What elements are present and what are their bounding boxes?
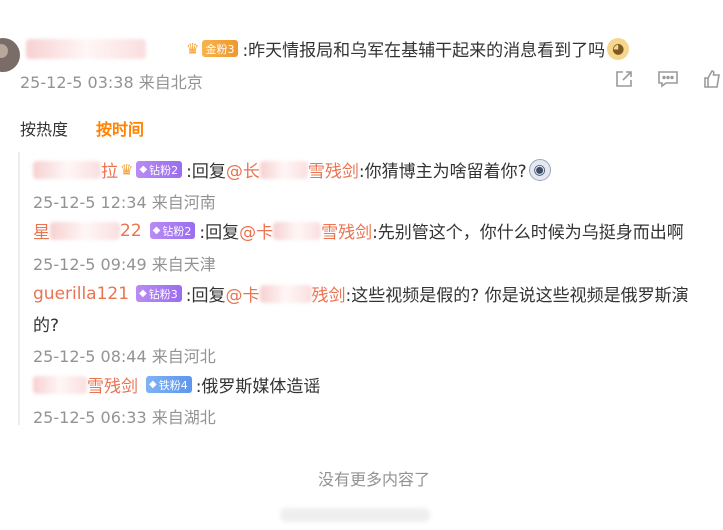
reply-prefix: :回复 bbox=[199, 223, 240, 243]
reply-time: 25-12-5 06:33 bbox=[33, 408, 147, 427]
fan-badge[interactable]: ◆ 钻粉2 bbox=[149, 222, 196, 239]
reply-time: 25-12-5 09:49 bbox=[33, 255, 147, 274]
fan-badge[interactable]: ◆ 钻粉2 bbox=[136, 161, 183, 178]
reply-text-continued-text: 的? bbox=[33, 316, 60, 336]
reply-text: :俄罗斯媒体造谣 bbox=[195, 377, 321, 397]
mention-link[interactable]: 雪残剑 bbox=[308, 157, 359, 182]
reply-item: guerilla121 ◆ 钻粉3 :回复 @卡 残剑 :这些视频是假的? 你是说… bbox=[33, 281, 689, 307]
reply-item: 星 22 ◆ 钻粉2 :回复 @卡 雪残剑 :先别管这个，你什么时候为乌挺身而出啊 bbox=[33, 218, 684, 244]
reply-username[interactable]: 雪残剑 bbox=[87, 372, 138, 397]
reply-meta: 25-12-5 12:34 来自河南 bbox=[33, 189, 216, 213]
reply-location: 来自湖北 bbox=[151, 408, 216, 427]
post-text: :昨天情报局和乌军在基辅干起来的消息看到了吗 bbox=[242, 41, 606, 61]
post-time: 25-12-5 03:38 bbox=[20, 73, 134, 92]
reply-username-blurred[interactable] bbox=[50, 221, 120, 240]
post-location: 来自北京 bbox=[138, 73, 203, 92]
reply-text-continued: 的? bbox=[33, 311, 59, 336]
reply-prefix: :回复 bbox=[185, 286, 226, 306]
husky-emoji-icon: ◉ bbox=[528, 158, 551, 181]
reply-username-blurred[interactable] bbox=[33, 160, 101, 179]
reply-text: :先别管这个，你什么时候为乌挺身而出啊 bbox=[372, 223, 684, 243]
reply-text: :这些视频是假的? 你是说这些视频是俄罗斯演 bbox=[345, 286, 689, 306]
sort-by-time-tab[interactable]: 按时间 bbox=[96, 116, 144, 140]
reply-username[interactable]: guerilla121 bbox=[33, 284, 129, 304]
post-meta: 25-12-5 03:38 来自北京 bbox=[20, 69, 203, 93]
bottom-blurred-bar bbox=[280, 508, 430, 522]
mention-link[interactable]: @卡 bbox=[239, 218, 273, 243]
fan-badge[interactable]: 金粉3 bbox=[202, 40, 239, 57]
no-more-content-note: 没有更多内容了 bbox=[317, 470, 430, 489]
crown-icon: ♛ bbox=[186, 39, 200, 58]
reply-item: 雪残剑 ◆ 铁粉4 :俄罗斯媒体造谣 bbox=[33, 372, 320, 397]
fan-badge[interactable]: ◆ 铁粉4 bbox=[146, 376, 192, 393]
reply-location: 来自河北 bbox=[151, 347, 216, 366]
reply-location: 来自天津 bbox=[151, 255, 216, 274]
reply-username[interactable]: 拉 bbox=[101, 157, 118, 182]
comment-icon[interactable] bbox=[657, 68, 679, 90]
post-content: ♛ 金粉3 :昨天情报局和乌军在基辅干起来的消息看到了吗 ◕ bbox=[26, 36, 630, 61]
mention-blurred bbox=[259, 160, 308, 179]
reply-meta: 25-12-5 06:33 来自湖北 bbox=[33, 404, 216, 428]
reply-username[interactable]: 星 bbox=[33, 218, 50, 243]
like-icon[interactable] bbox=[701, 68, 723, 90]
fan-badge[interactable]: ◆ 钻粉3 bbox=[136, 285, 182, 302]
reply-meta: 25-12-5 09:49 来自天津 bbox=[33, 251, 216, 275]
reply-time: 25-12-5 08:44 bbox=[33, 347, 147, 366]
reply-prefix: :回复 bbox=[186, 162, 226, 182]
reply-location: 来自河南 bbox=[151, 193, 216, 212]
sort-by-hot-tab[interactable]: 按热度 bbox=[20, 116, 68, 140]
avatar[interactable] bbox=[0, 38, 20, 72]
reply-item: 拉 ♛ ◆ 钻粉2 :回复 @长 雪残剑 :你猜博主为啥留着你? ◉ bbox=[33, 157, 551, 182]
mention-link[interactable]: @长 bbox=[226, 157, 260, 182]
reply-text: :你猜博主为啥留着你? bbox=[358, 162, 527, 182]
reply-time: 25-12-5 12:34 bbox=[33, 193, 147, 212]
reply-username[interactable]: 22 bbox=[120, 221, 142, 241]
reply-meta: 25-12-5 08:44 来自河北 bbox=[33, 343, 216, 367]
username-blurred[interactable] bbox=[26, 38, 146, 59]
mention-blurred bbox=[273, 221, 322, 240]
post-actions bbox=[613, 68, 723, 90]
mention-link[interactable]: @卡 bbox=[226, 281, 260, 306]
crown-icon: ♛ bbox=[120, 160, 134, 179]
mention-link[interactable]: 残剑 bbox=[312, 281, 346, 306]
mention-blurred bbox=[259, 284, 312, 303]
reply-username-blurred[interactable] bbox=[33, 375, 87, 394]
share-icon[interactable] bbox=[613, 68, 635, 90]
mention-link[interactable]: 雪残剑 bbox=[321, 218, 372, 243]
doge-emoji-icon: ◕ bbox=[607, 37, 630, 60]
